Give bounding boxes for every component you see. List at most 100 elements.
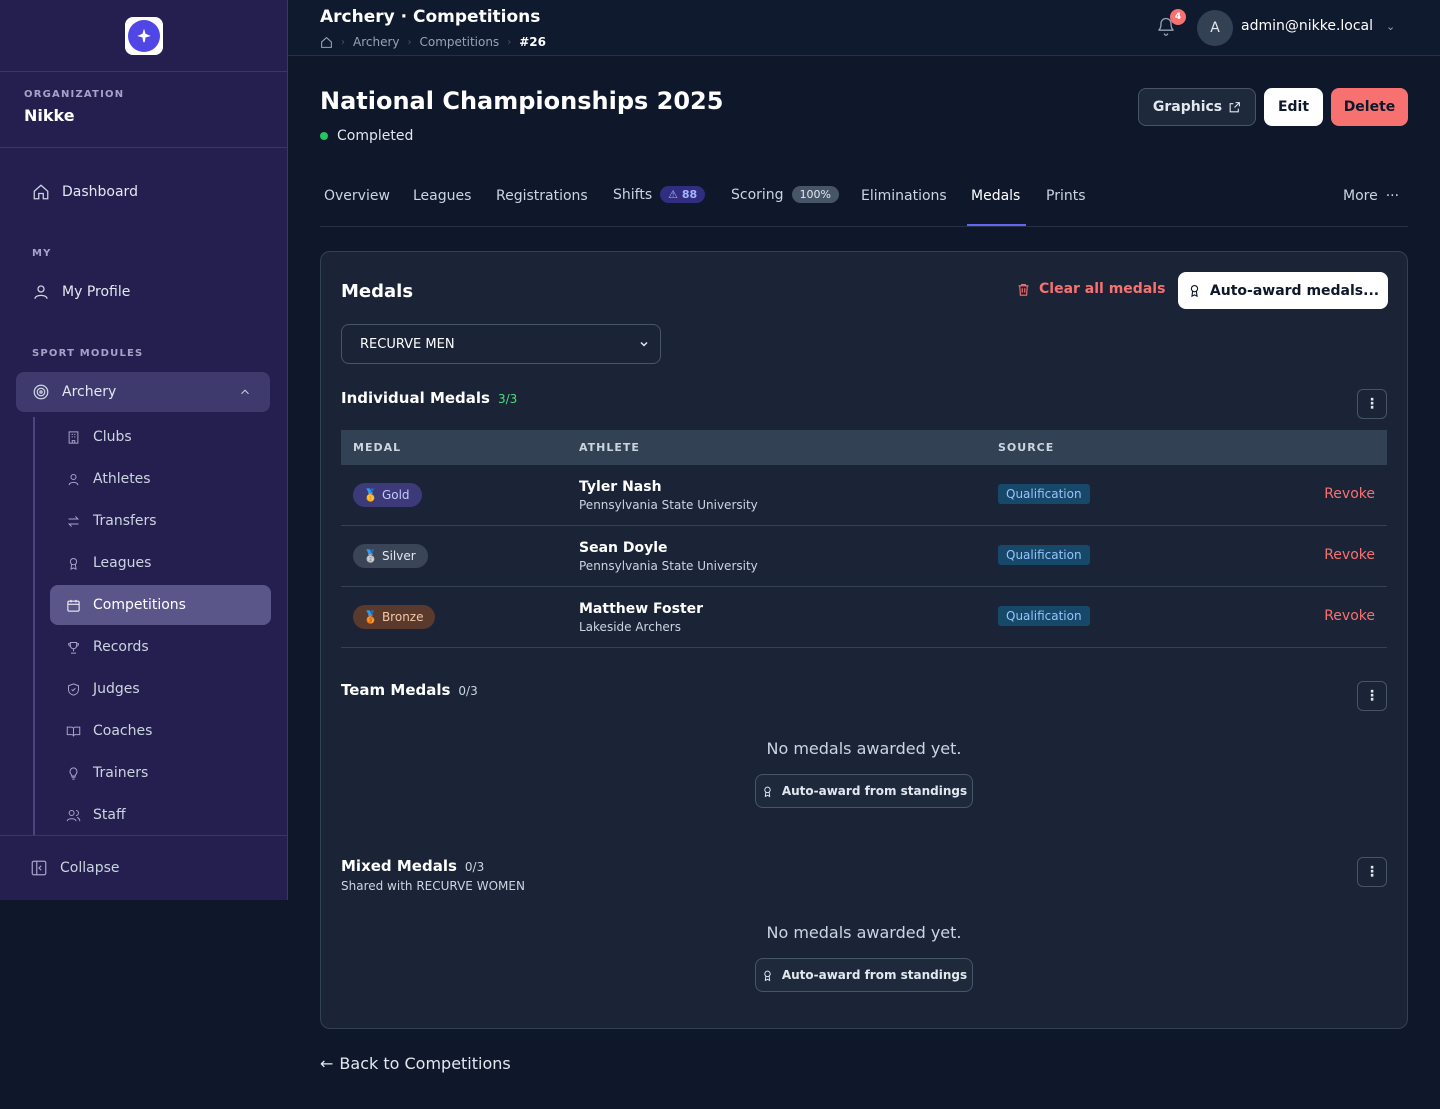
edit-button[interactable]: Edit [1264, 88, 1323, 126]
lightbulb-icon [69, 766, 78, 780]
individual-medals-title: Individual Medals [341, 389, 490, 407]
breadcrumb-archery[interactable]: Archery [353, 35, 400, 49]
award-icon [1190, 284, 1199, 298]
sidebar-collapse-icon [31, 860, 47, 876]
logo-area [0, 0, 287, 72]
tab-shifts[interactable]: Shifts ⚠ 88 [613, 186, 706, 203]
arrows-swap-icon [67, 515, 80, 527]
shield-check-icon [68, 682, 79, 696]
table-row: 🥇 Gold Tyler Nash Pennsylvania State Univ… [341, 465, 1387, 526]
sidebar-item-label: Coaches [93, 723, 153, 739]
plane-icon [136, 28, 151, 43]
sidebar-item-competitions[interactable]: Competitions [50, 585, 271, 625]
sidebar-item-label: Competitions [93, 597, 186, 613]
team-auto-award-button[interactable]: Auto-award from standings [755, 774, 973, 808]
sidebar-item-leagues[interactable]: Leagues [50, 543, 271, 583]
collapse-button[interactable]: Collapse [0, 835, 287, 900]
shifts-warning-badge: ⚠ 88 [660, 186, 706, 203]
nav-archery[interactable]: Archery [16, 372, 270, 412]
tab-prints[interactable]: Prints [1046, 188, 1086, 204]
team-medals-menu-button[interactable]: ⋮ [1357, 681, 1387, 711]
auto-award-label: Auto-award medals... [1209, 282, 1380, 299]
medals-title: Medals [341, 281, 414, 302]
external-link-icon [1229, 101, 1241, 112]
column-header-source: SOURCE [998, 441, 1055, 454]
tab-registrations[interactable]: Registrations [496, 188, 588, 204]
nav-my-profile[interactable]: My Profile [16, 272, 270, 312]
page-title: National Championships 2025 [320, 87, 724, 115]
breadcrumb-competitions[interactable]: Competitions [420, 35, 500, 49]
award-icon [764, 970, 771, 981]
breadcrumb: › Archery › Competitions › #26 [320, 35, 546, 49]
delete-button[interactable]: Delete [1331, 88, 1408, 126]
auto-award-medals-button[interactable]: Auto-award medals... [1178, 272, 1388, 309]
athlete-club: Pennsylvania State University [579, 498, 758, 512]
tab-medals[interactable]: Medals [971, 188, 1020, 204]
users-icon [66, 809, 81, 821]
sidebar-item-transfers[interactable]: Transfers [50, 501, 271, 541]
back-to-competitions-link[interactable]: ← Back to Competitions [320, 1054, 511, 1073]
revoke-button[interactable]: Revoke [1324, 486, 1375, 502]
individual-medals-table: MEDAL ATHLETE SOURCE 🥇 Gold Tyler Nash Pe… [341, 430, 1387, 648]
medal-label: Gold [381, 488, 410, 502]
sidebar-item-athletes[interactable]: Athletes [50, 459, 271, 499]
collapse-label: Collapse [60, 860, 120, 876]
notification-count-badge: 4 [1170, 9, 1186, 25]
sidebar-item-label: Judges [93, 681, 140, 697]
bronze-medal-icon: 🥉 [363, 610, 378, 624]
sidebar-item-clubs[interactable]: Clubs [50, 417, 271, 457]
individual-medals-menu-button[interactable]: ⋮ [1357, 389, 1387, 419]
chevron-down-icon[interactable]: ⌄ [1386, 20, 1395, 33]
breadcrumb-separator: › [507, 36, 512, 48]
gold-medal-icon: 🥇 [363, 488, 378, 502]
mixed-medals-subtitle: Shared with RECURVE WOMEN [341, 879, 525, 893]
home-icon [33, 184, 49, 200]
athlete-name: Matthew Foster [579, 601, 704, 617]
tab-eliminations[interactable]: Eliminations [861, 188, 947, 204]
tab-bar: Overview Leagues Registrations Shifts ⚠ … [320, 170, 1408, 227]
sidebar-item-coaches[interactable]: Coaches [50, 711, 271, 751]
shifts-badge-count: 88 [681, 188, 698, 201]
medal-label: Silver [381, 549, 416, 563]
tab-leagues[interactable]: Leagues [413, 188, 471, 204]
revoke-button[interactable]: Revoke [1324, 608, 1375, 624]
mixed-medals-heading: Mixed Medals 0/3 [341, 857, 484, 875]
sidebar-item-label: Trainers [93, 765, 149, 781]
breadcrumb-separator: › [407, 36, 412, 48]
tab-more[interactable]: More ··· [1343, 188, 1399, 204]
graphics-button[interactable]: Graphics [1138, 88, 1256, 126]
tab-overview[interactable]: Overview [324, 188, 390, 204]
mixed-medals-menu-button[interactable]: ⋮ [1357, 857, 1387, 887]
sidebar-item-records[interactable]: Records [50, 627, 271, 667]
avatar[interactable]: A [1197, 10, 1233, 46]
tab-scoring[interactable]: Scoring 100% [731, 186, 840, 203]
page-section-title: Archery · Competitions [320, 7, 541, 27]
user-icon [68, 473, 79, 485]
athlete-club: Pennsylvania State University [579, 559, 758, 573]
column-header-athlete: ATHLETE [579, 441, 640, 454]
sidebar-item-judges[interactable]: Judges [50, 669, 271, 709]
section-my: MY [32, 248, 52, 259]
user-menu[interactable]: admin@nikke.local [1241, 18, 1373, 34]
mixed-auto-award-button[interactable]: Auto-award from standings [755, 958, 973, 992]
revoke-button[interactable]: Revoke [1324, 547, 1375, 563]
organization-name[interactable]: Nikke [24, 106, 263, 125]
sidebar-item-trainers[interactable]: Trainers [50, 753, 271, 793]
organization-block: ORGANIZATION Nikke [0, 72, 287, 148]
logo[interactable] [124, 16, 163, 55]
sidebar-item-staff[interactable]: Staff [50, 795, 271, 835]
more-dots-icon: ··· [1385, 188, 1400, 204]
chevron-down-icon [640, 341, 648, 347]
category-select[interactable]: RECURVE MEN [341, 324, 661, 364]
topbar: Archery · Competitions › Archery › Compe… [288, 0, 1440, 56]
building-icon [68, 430, 79, 444]
clear-all-medals-button[interactable]: Clear all medals [1016, 281, 1165, 297]
home-icon[interactable] [320, 36, 333, 49]
team-medals-title: Team Medals [341, 681, 451, 699]
organization-label: ORGANIZATION [24, 89, 125, 100]
athlete-name: Sean Doyle [579, 540, 668, 556]
medals-panel: Medals Clear all medals Auto-award medal… [320, 251, 1408, 1029]
nav-dashboard[interactable]: Dashboard [16, 172, 270, 212]
tab-scoring-label: Scoring [731, 186, 784, 203]
status-label: Completed [337, 128, 414, 144]
